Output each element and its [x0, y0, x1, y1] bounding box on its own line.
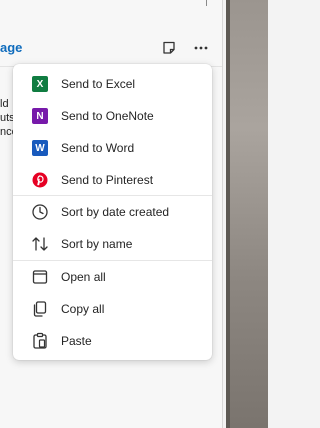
bg-text-line: ld: [0, 98, 9, 110]
onenote-icon: N: [31, 107, 49, 125]
pane-top-divider: [206, 0, 207, 6]
send-to-word-item[interactable]: W Send to Word: [19, 133, 206, 163]
menu-item-label: Send to Pinterest: [61, 173, 154, 187]
copy-icon: [31, 300, 49, 318]
sort-arrows-icon: [31, 235, 49, 253]
menu-item-label: Open all: [61, 270, 106, 284]
menu-item-label: Copy all: [61, 302, 105, 316]
copy-all-item[interactable]: Copy all: [19, 294, 206, 324]
window-icon: [31, 268, 49, 286]
sticky-note-icon: [163, 41, 175, 54]
menu-separator: [13, 195, 212, 196]
menu-item-label: Send to OneNote: [61, 109, 154, 123]
clock-icon: [31, 203, 49, 221]
collection-page-link[interactable]: age: [0, 40, 22, 55]
menu-item-label: Send to Word: [61, 141, 135, 155]
sort-by-name-item[interactable]: Sort by name: [19, 229, 206, 259]
open-all-item[interactable]: Open all: [19, 262, 206, 292]
clipboard-icon: [31, 332, 49, 350]
menu-item-label: Sort by date created: [61, 205, 170, 219]
sort-by-date-item[interactable]: Sort by date created: [19, 197, 206, 227]
menu-separator: [13, 260, 212, 261]
add-note-button[interactable]: [158, 37, 180, 59]
pinterest-icon: [31, 171, 49, 189]
menu-item-label: Send to Excel: [61, 77, 136, 91]
more-options-button[interactable]: [190, 37, 212, 59]
menu-item-label: Paste: [61, 334, 92, 348]
more-horizontal-icon: [194, 46, 208, 50]
send-to-pinterest-item[interactable]: Send to Pinterest: [19, 165, 206, 195]
send-to-onenote-item[interactable]: N Send to OneNote: [19, 101, 206, 131]
word-icon: W: [31, 139, 49, 157]
context-menu: X Send to Excel N Send to OneNote W Send…: [13, 64, 212, 360]
menu-item-label: Sort by name: [61, 237, 133, 251]
send-to-excel-item[interactable]: X Send to Excel: [19, 69, 206, 99]
background-photo: [226, 0, 268, 428]
excel-icon: X: [31, 75, 49, 93]
paste-item[interactable]: Paste: [19, 326, 206, 356]
